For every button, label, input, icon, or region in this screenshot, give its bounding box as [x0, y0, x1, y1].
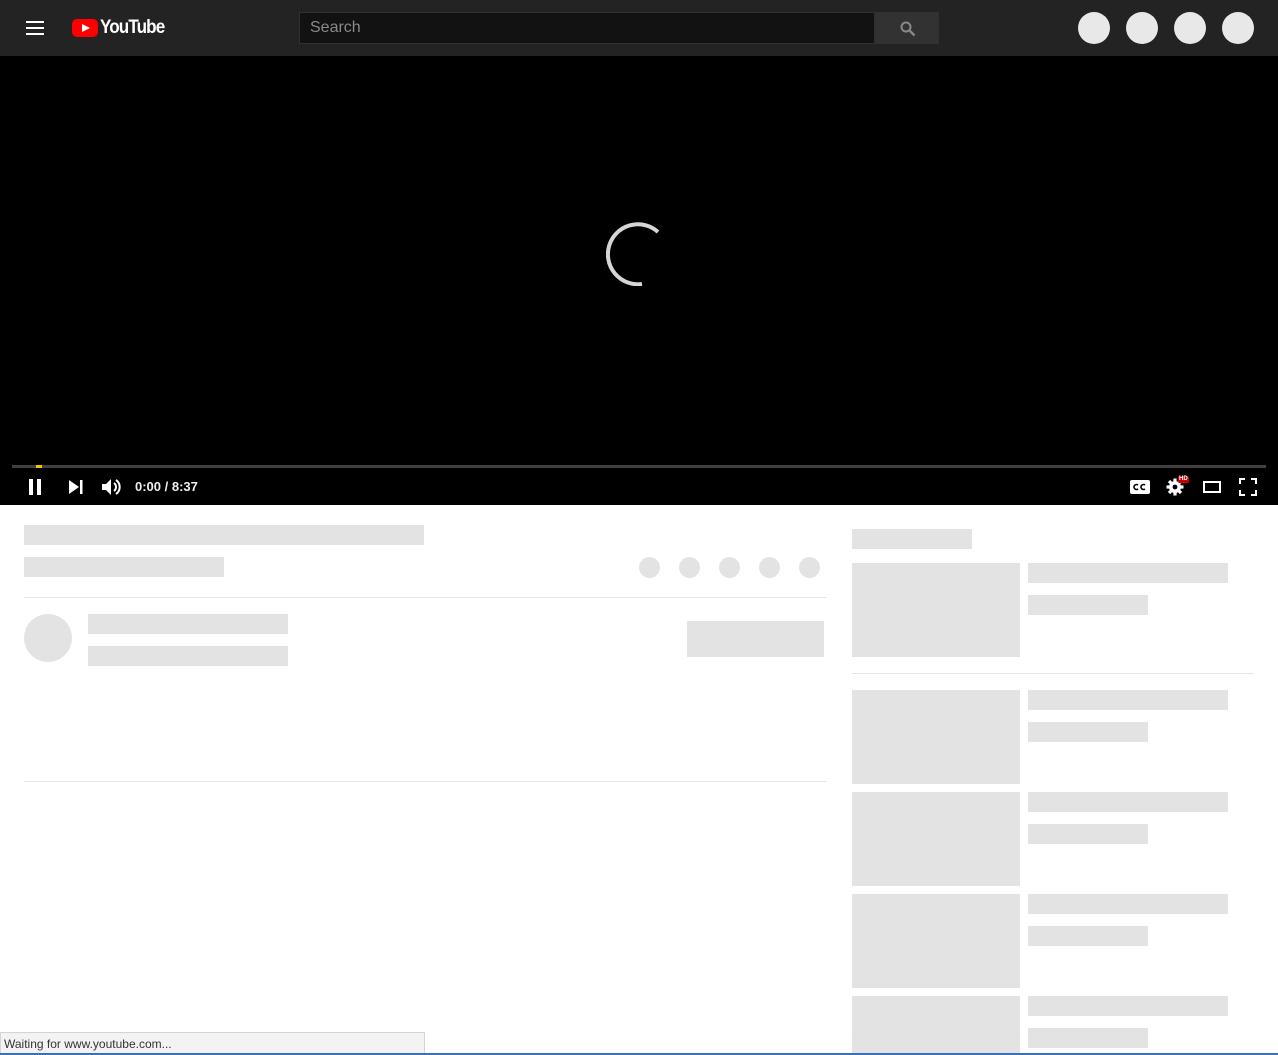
progress-bar[interactable]: [12, 465, 1266, 468]
next-icon: [69, 480, 83, 494]
related-title-placeholder: [1028, 894, 1228, 914]
menu-icon[interactable]: [20, 16, 52, 40]
youtube-play-icon: [72, 19, 98, 37]
up-next-placeholder: [852, 529, 972, 549]
avatar-placeholder[interactable]: [24, 614, 72, 662]
logo-text: YouTube: [100, 17, 165, 38]
description-divider: [24, 781, 827, 782]
info-divider: [24, 597, 827, 598]
action-placeholder-4[interactable]: [759, 557, 780, 578]
action-placeholder-5[interactable]: [799, 557, 820, 578]
related-meta-placeholder: [1028, 595, 1148, 615]
related-meta-placeholder: [1028, 722, 1148, 742]
status-text: Waiting for www.youtube.com...: [4, 1037, 172, 1051]
progress-played: [36, 465, 42, 468]
loading-spinner-icon: [606, 222, 660, 286]
views-placeholder: [24, 557, 224, 577]
related-thumbnail-placeholder[interactable]: [852, 792, 1020, 886]
subscribe-placeholder[interactable]: [687, 621, 824, 657]
related-thumbnail-placeholder[interactable]: [852, 894, 1020, 988]
related-meta-placeholder: [1028, 1028, 1148, 1048]
related-title-placeholder: [1028, 690, 1228, 710]
time-separator: /: [161, 479, 172, 494]
title-placeholder: [24, 525, 424, 545]
related-title-placeholder: [1028, 792, 1228, 812]
search-button[interactable]: [875, 12, 939, 44]
captions-button[interactable]: [1130, 480, 1150, 494]
search-input[interactable]: [299, 12, 875, 44]
time-current: 0:00: [135, 479, 162, 494]
related-meta-placeholder: [1028, 824, 1148, 844]
time-display: 0:00 / 8:37: [135, 479, 198, 494]
action-placeholder-3[interactable]: [719, 557, 740, 578]
related-thumbnail-placeholder[interactable]: [852, 563, 1020, 657]
masthead: YouTube: [0, 0, 1278, 56]
related-title-placeholder: [1028, 996, 1228, 1016]
related-meta-placeholder: [1028, 926, 1148, 946]
pause-icon: [29, 479, 41, 495]
fullscreen-icon: [1239, 478, 1257, 496]
cc-icon: [1130, 480, 1150, 494]
hd-badge: HD: [1179, 476, 1188, 482]
topbar-placeholder-2[interactable]: [1126, 12, 1158, 44]
next-button[interactable]: [68, 480, 84, 494]
pause-button[interactable]: [27, 479, 43, 495]
channel-subs-placeholder: [88, 646, 288, 666]
volume-icon: [102, 479, 121, 495]
theater-icon: [1203, 481, 1221, 493]
action-placeholder-1[interactable]: [639, 557, 660, 578]
fullscreen-button[interactable]: [1239, 478, 1257, 496]
theater-mode-button[interactable]: [1203, 480, 1221, 494]
channel-name-placeholder: [88, 614, 288, 634]
topbar-placeholder-4[interactable]: [1222, 12, 1254, 44]
browser-status-bar: Waiting for www.youtube.com...: [0, 1032, 425, 1055]
time-duration: 8:37: [171, 479, 198, 494]
related-thumbnail-placeholder[interactable]: [852, 690, 1020, 784]
video-player[interactable]: 0:00 / 8:37 HD: [0, 56, 1278, 505]
related-thumbnail-placeholder[interactable]: [852, 996, 1020, 1055]
topbar-placeholder-3[interactable]: [1174, 12, 1206, 44]
topbar-placeholder-1[interactable]: [1078, 12, 1110, 44]
volume-button[interactable]: [101, 477, 123, 497]
youtube-logo[interactable]: YouTube: [72, 17, 171, 39]
search-icon: [900, 21, 916, 37]
up-next-divider: [852, 673, 1254, 674]
action-placeholder-2[interactable]: [679, 557, 700, 578]
related-title-placeholder: [1028, 563, 1228, 583]
settings-button[interactable]: HD: [1166, 476, 1190, 496]
